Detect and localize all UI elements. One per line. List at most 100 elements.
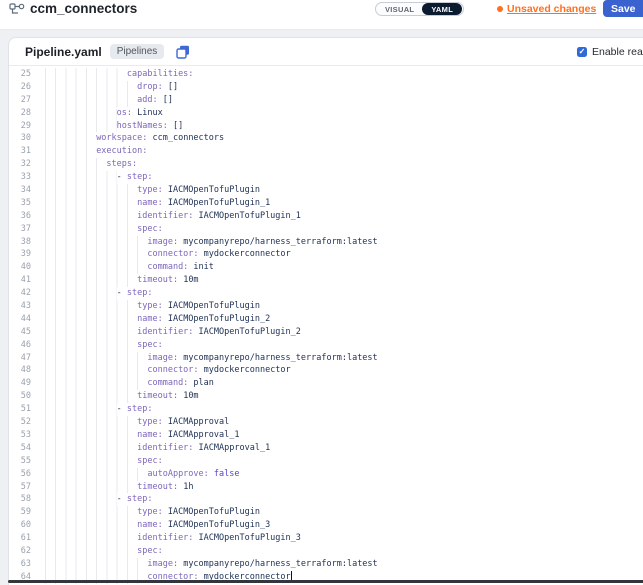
code-line[interactable]: 58 - step: bbox=[9, 493, 643, 506]
code-line[interactable]: 36 identifier: IACMOpenTofuPlugin_1 bbox=[9, 210, 643, 223]
code-text: type: IACMOpenTofuPlugin bbox=[45, 184, 260, 197]
code-text: type: IACMOpenTofuPlugin bbox=[45, 300, 260, 313]
line-number: 35 bbox=[9, 197, 31, 210]
code-line[interactable]: 50 timeout: 10m bbox=[9, 390, 643, 403]
code-text: - step: bbox=[45, 171, 153, 184]
line-number: 47 bbox=[9, 352, 31, 365]
code-line[interactable]: 41 timeout: 10m bbox=[9, 274, 643, 287]
code-line[interactable]: 45 identifier: IACMOpenTofuPlugin_2 bbox=[9, 326, 643, 339]
tab-yaml[interactable]: YAML bbox=[422, 3, 462, 15]
pipeline-graph-icon bbox=[9, 3, 25, 16]
code-text: command: init bbox=[45, 261, 214, 274]
code-line[interactable]: 33 - step: bbox=[9, 171, 643, 184]
line-number: 38 bbox=[9, 236, 31, 249]
code-line[interactable]: 25 capabilities: bbox=[9, 68, 643, 81]
code-line[interactable]: 34 type: IACMOpenTofuPlugin bbox=[9, 184, 643, 197]
code-text: spec: bbox=[45, 339, 163, 352]
code-text: name: IACMOpenTofuPlugin_2 bbox=[45, 313, 270, 326]
save-button-label[interactable]: Save bbox=[603, 3, 642, 15]
enable-read-label: Enable read/ bbox=[592, 46, 643, 58]
code-text: connector: mydockerconnector bbox=[45, 364, 291, 377]
page-title: ccm_connectors bbox=[30, 1, 137, 16]
line-number: 60 bbox=[9, 519, 31, 532]
save-button[interactable]: Save bbox=[603, 0, 643, 17]
code-text: workspace: ccm_connectors bbox=[45, 132, 224, 145]
yaml-panel: Pipeline.yaml Pipelines ✓ Enable read/ 2… bbox=[8, 37, 643, 585]
line-number: 44 bbox=[9, 313, 31, 326]
code-line[interactable]: 59 type: IACMOpenTofuPlugin bbox=[9, 506, 643, 519]
code-text: capabilities: bbox=[45, 68, 193, 81]
code-text: autoApprove: false bbox=[45, 468, 240, 481]
line-number: 61 bbox=[9, 532, 31, 545]
line-number: 37 bbox=[9, 223, 31, 236]
code-line[interactable]: 46 spec: bbox=[9, 339, 643, 352]
line-number: 56 bbox=[9, 468, 31, 481]
line-number: 29 bbox=[9, 120, 31, 133]
line-number: 25 bbox=[9, 68, 31, 81]
code-line[interactable]: 48 connector: mydockerconnector bbox=[9, 364, 643, 377]
code-text: name: IACMApproval_1 bbox=[45, 429, 239, 442]
code-line[interactable]: 49 command: plan bbox=[9, 377, 643, 390]
code-text: image: mycompanyrepo/harness_terraform:l… bbox=[45, 558, 378, 571]
code-line[interactable]: 51 - step: bbox=[9, 403, 643, 416]
code-line[interactable]: 61 identifier: IACMOpenTofuPlugin_3 bbox=[9, 532, 643, 545]
copy-icon[interactable] bbox=[176, 45, 190, 59]
code-line[interactable]: 39 connector: mydockerconnector bbox=[9, 248, 643, 261]
line-number: 54 bbox=[9, 442, 31, 455]
code-text: os: Linux bbox=[45, 107, 163, 120]
code-line[interactable]: 60 name: IACMOpenTofuPlugin_3 bbox=[9, 519, 643, 532]
bottom-divider bbox=[8, 580, 643, 583]
line-number: 55 bbox=[9, 455, 31, 468]
code-line[interactable]: 56 autoApprove: false bbox=[9, 468, 643, 481]
code-line[interactable]: 30 workspace: ccm_connectors bbox=[9, 132, 643, 145]
line-number: 43 bbox=[9, 300, 31, 313]
code-line[interactable]: 42 - step: bbox=[9, 287, 643, 300]
code-line[interactable]: 52 type: IACMApproval bbox=[9, 416, 643, 429]
line-number: 34 bbox=[9, 184, 31, 197]
code-text: identifier: IACMOpenTofuPlugin_1 bbox=[45, 210, 301, 223]
line-number: 31 bbox=[9, 145, 31, 158]
code-line[interactable]: 62 spec: bbox=[9, 545, 643, 558]
code-line[interactable]: 43 type: IACMOpenTofuPlugin bbox=[9, 300, 643, 313]
code-line[interactable]: 40 command: init bbox=[9, 261, 643, 274]
code-text: - step: bbox=[45, 287, 153, 300]
code-text: timeout: 10m bbox=[45, 274, 199, 287]
code-line[interactable]: 26 drop: [] bbox=[9, 81, 643, 94]
checkbox-checked-icon[interactable]: ✓ bbox=[577, 47, 587, 57]
code-text: steps: bbox=[45, 158, 137, 171]
pipelines-badge: Pipelines bbox=[110, 44, 165, 59]
code-line[interactable]: 53 name: IACMApproval_1 bbox=[9, 429, 643, 442]
code-text: - step: bbox=[45, 493, 153, 506]
code-text: spec: bbox=[45, 545, 163, 558]
code-text: timeout: 10m bbox=[45, 390, 199, 403]
code-text: image: mycompanyrepo/harness_terraform:l… bbox=[45, 236, 378, 249]
unsaved-changes[interactable]: Unsaved changes bbox=[497, 3, 596, 15]
code-line[interactable]: 27 add: [] bbox=[9, 94, 643, 107]
code-line[interactable]: 57 timeout: 1h bbox=[9, 481, 643, 494]
code-text: identifier: IACMOpenTofuPlugin_3 bbox=[45, 532, 301, 545]
visual-yaml-toggle[interactable]: VISUAL YAML bbox=[375, 2, 464, 16]
line-number: 40 bbox=[9, 261, 31, 274]
code-text: type: IACMApproval bbox=[45, 416, 229, 429]
code-line[interactable]: 28 os: Linux bbox=[9, 107, 643, 120]
code-line[interactable]: 55 spec: bbox=[9, 455, 643, 468]
code-line[interactable]: 35 name: IACMOpenTofuPlugin_1 bbox=[9, 197, 643, 210]
code-line[interactable]: 38 image: mycompanyrepo/harness_terrafor… bbox=[9, 236, 643, 249]
tab-visual[interactable]: VISUAL bbox=[376, 5, 422, 14]
code-line[interactable]: 63 image: mycompanyrepo/harness_terrafor… bbox=[9, 558, 643, 571]
yaml-editor[interactable]: 25 capabilities:26 drop: []27 add: []28 … bbox=[9, 66, 643, 585]
code-line[interactable]: 29 hostNames: [] bbox=[9, 120, 643, 133]
line-number: 53 bbox=[9, 429, 31, 442]
panel-header: Pipeline.yaml Pipelines ✓ Enable read/ bbox=[9, 38, 643, 66]
code-lines: 25 capabilities:26 drop: []27 add: []28 … bbox=[9, 68, 643, 584]
enable-read-option[interactable]: ✓ Enable read/ bbox=[577, 38, 643, 66]
unsaved-changes-link[interactable]: Unsaved changes bbox=[507, 3, 596, 15]
code-line[interactable]: 44 name: IACMOpenTofuPlugin_2 bbox=[9, 313, 643, 326]
code-text: drop: [] bbox=[45, 81, 178, 94]
code-line[interactable]: 47 image: mycompanyrepo/harness_terrafor… bbox=[9, 352, 643, 365]
code-line[interactable]: 32 steps: bbox=[9, 158, 643, 171]
code-line[interactable]: 31 execution: bbox=[9, 145, 643, 158]
code-line[interactable]: 37 spec: bbox=[9, 223, 643, 236]
code-line[interactable]: 54 identifier: IACMApproval_1 bbox=[9, 442, 643, 455]
code-text: name: IACMOpenTofuPlugin_1 bbox=[45, 197, 270, 210]
